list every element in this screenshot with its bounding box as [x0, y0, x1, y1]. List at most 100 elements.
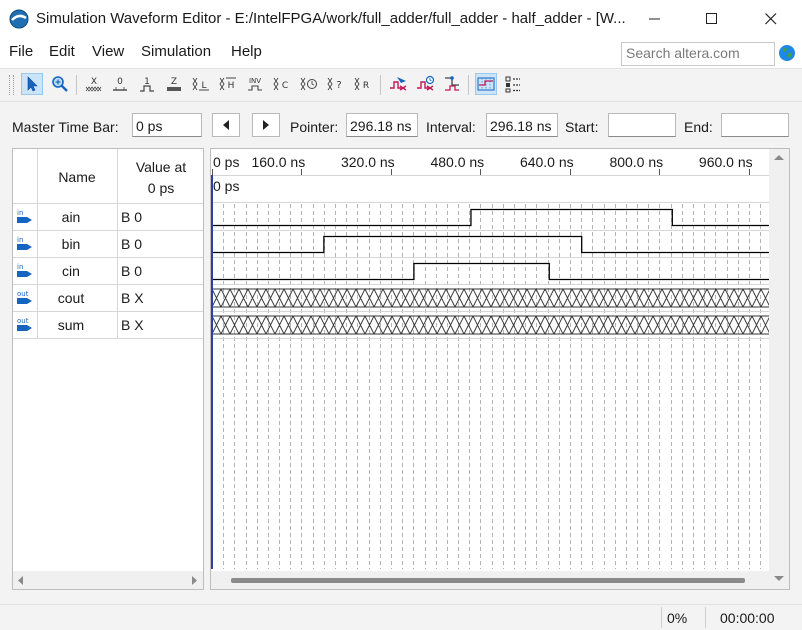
interval-label: Interval:: [426, 119, 476, 135]
zoom-tool-button[interactable]: [49, 73, 71, 95]
close-icon: [765, 13, 777, 25]
time-axis-tick-label: 0 ps: [213, 154, 239, 170]
menu-simulation[interactable]: Simulation: [141, 43, 211, 60]
waveform-canvas[interactable]: 0 ps 160.0 ns 320.0 ns 480.0 ns 640.0 ns 800.…: [211, 149, 769, 571]
interval-value: 296.18 ns: [490, 118, 552, 134]
scroll-up-arrow-icon[interactable]: [774, 154, 784, 161]
input-pin-icon: in: [17, 209, 32, 223]
overwrite-r-icon: R: [354, 77, 369, 91]
time-axis-tick-label: 480.0 ns: [430, 154, 484, 170]
time-axis-tick-label: 160.0 ns: [251, 154, 305, 170]
menu-edit[interactable]: Edit: [49, 43, 75, 60]
weak-high-icon: H: [219, 77, 236, 91]
run-timing-sim-icon: [417, 75, 435, 91]
master-time-bar-field[interactable]: 0 ps: [132, 113, 202, 137]
svg-text:R: R: [363, 81, 369, 91]
globe-icon[interactable]: [778, 44, 796, 62]
snap-to-grid-icon: [477, 77, 495, 91]
node-value: B 0: [121, 236, 143, 252]
node-value: B 0: [121, 263, 143, 279]
toolbar-grip[interactable]: [9, 75, 14, 95]
count-value-button[interactable]: C: [271, 73, 293, 95]
sort-button[interactable]: [502, 73, 524, 95]
forcing-unknown-button[interactable]: X: [83, 73, 105, 95]
menu-view[interactable]: View: [92, 43, 124, 60]
end-field[interactable]: [721, 113, 789, 137]
generate-netlist-button[interactable]: [441, 73, 463, 95]
high-impedance-z-icon: Z: [167, 77, 181, 91]
name-column-header[interactable]: Name: [37, 169, 117, 185]
search-input[interactable]: [622, 43, 776, 63]
pin-direction-label: in: [17, 263, 23, 271]
unknown-hatch: [211, 288, 769, 308]
weak-low-icon: L: [192, 77, 209, 91]
maximize-icon: [706, 13, 717, 24]
svg-text:X: X: [91, 77, 97, 87]
node-value: B X: [121, 317, 144, 333]
node-row[interactable]: out sum B X: [13, 312, 203, 339]
pin-direction-label: in: [17, 236, 23, 244]
svg-text:C: C: [282, 81, 288, 91]
node-name: cout: [57, 290, 85, 306]
close-button[interactable]: [748, 0, 794, 38]
scroll-right-arrow-icon[interactable]: [191, 576, 198, 585]
previous-transition-button[interactable]: [212, 113, 240, 137]
menu-file[interactable]: File: [9, 43, 33, 60]
high-impedance-button[interactable]: Z: [163, 73, 185, 95]
waveform-vertical-scrollbar[interactable]: [769, 149, 789, 589]
end-label: End:: [684, 119, 713, 135]
scroll-left-arrow-icon[interactable]: [17, 576, 24, 585]
node-row[interactable]: in bin B 0: [13, 231, 203, 258]
triangle-left-icon: [223, 120, 229, 130]
column-divider: [117, 285, 118, 312]
forcing-low-button[interactable]: 0: [109, 73, 131, 95]
signal-waveform-bin[interactable]: [212, 235, 769, 254]
unknown-value-waveform-sum[interactable]: [211, 315, 769, 335]
signal-waveform-ain[interactable]: [212, 208, 769, 227]
quartus-app-icon: [9, 9, 29, 29]
forcing-high-button[interactable]: 1: [136, 73, 158, 95]
title-bar: Simulation Waveform Editor - E:/IntelFPG…: [0, 0, 802, 38]
pointer-value: 296.18 ns: [350, 118, 412, 134]
minimize-button[interactable]: [632, 0, 678, 38]
svg-text:H: H: [228, 81, 235, 91]
time-axis-tick-label: 960.0 ns: [699, 154, 753, 170]
node-row[interactable]: in cin B 0: [13, 258, 203, 285]
overwrite-value-button[interactable]: R: [352, 73, 374, 95]
weak-low-button[interactable]: L: [190, 73, 212, 95]
node-list-header: Name Value at 0 ps: [13, 149, 203, 204]
snap-to-grid-button[interactable]: [475, 73, 497, 95]
scroll-down-arrow-icon[interactable]: [774, 575, 784, 582]
master-time-bar-label: Master Time Bar:: [12, 119, 119, 135]
netlist-icon: [445, 76, 459, 91]
status-bar: 0% 00:00:00: [0, 604, 802, 630]
node-list-horizontal-scrollbar[interactable]: [13, 571, 203, 589]
progress-percent: 0%: [667, 610, 688, 626]
triangle-right-icon: [263, 120, 269, 130]
unknown-value-waveform-cout[interactable]: [211, 288, 769, 308]
next-transition-button[interactable]: [252, 113, 280, 137]
value-column-header[interactable]: Value at: [119, 159, 203, 175]
status-divider: [661, 607, 662, 628]
signal-waveform-cin[interactable]: [212, 262, 769, 281]
invert-button[interactable]: INV: [244, 73, 266, 95]
random-values-button[interactable]: ?: [325, 73, 347, 95]
node-row[interactable]: out cout B X: [13, 285, 203, 312]
horizontal-scroll-thumb[interactable]: [231, 578, 745, 583]
maximize-button[interactable]: [689, 0, 735, 38]
waveform-horizontal-scrollbar[interactable]: [211, 571, 769, 589]
node-row[interactable]: in ain B 0: [13, 204, 203, 231]
forcing-high-icon: 1: [140, 77, 154, 92]
weak-high-button[interactable]: H: [217, 73, 239, 95]
selection-tool-button[interactable]: [21, 73, 43, 95]
pin-direction-label: out: [17, 317, 29, 325]
node-value: B X: [121, 290, 144, 306]
start-field[interactable]: [608, 113, 676, 137]
pointer-label: Pointer:: [290, 119, 339, 135]
pointer-field: 296.18 ns: [346, 113, 418, 137]
menu-help[interactable]: Help: [231, 43, 262, 60]
run-functional-simulation-button[interactable]: [387, 73, 409, 95]
forcing-clock-button[interactable]: [298, 73, 320, 95]
run-timing-simulation-button[interactable]: [414, 73, 436, 95]
waveform-panel[interactable]: 0 ps 160.0 ns 320.0 ns 480.0 ns 640.0 ns 800.…: [210, 148, 790, 590]
